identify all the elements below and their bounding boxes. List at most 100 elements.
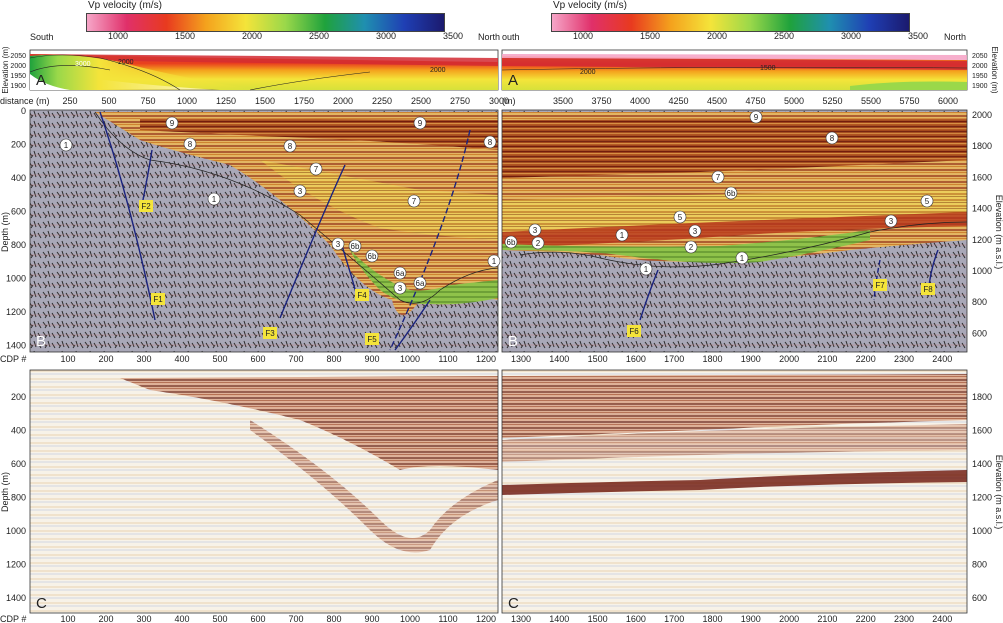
cdp-tick-label: 900 <box>364 614 379 623</box>
cdp-tick-label: 100 <box>60 614 75 623</box>
elevation-tick-label: 1200 <box>972 235 992 245</box>
panel-c-letter: C <box>508 595 519 612</box>
elevation-tick-label: 1800 <box>972 141 992 151</box>
cdp-axis-label: CDP # <box>0 354 26 364</box>
cdp-tick-label: 1700 <box>664 614 684 623</box>
panel-a-left <box>29 49 499 91</box>
elevation-tick-label: 2050 <box>972 53 988 60</box>
distance-tick-label: 2000 <box>333 96 353 106</box>
panel-a-letter: A <box>508 72 518 89</box>
elevation-tick-label: 1950 <box>972 73 988 80</box>
north-label: North <box>478 32 500 42</box>
cdp-tick-label: 1800 <box>702 354 722 364</box>
elevation-tick-label: 2000 <box>972 63 988 70</box>
depth-tick-label: 0 <box>21 106 26 116</box>
depth-tick-label: 1200 <box>6 307 26 317</box>
distance-tick-label: 1750 <box>294 96 314 106</box>
elevation-tick-label: 1600 <box>972 426 992 436</box>
cdp-tick-label: 1600 <box>626 354 646 364</box>
distance-tick-label: 3750 <box>591 96 611 106</box>
cdp-tick-label: 1900 <box>741 614 761 623</box>
unit-label-1: 1 <box>212 195 217 204</box>
velocity-contour-label: 3000 <box>75 61 91 68</box>
elevation-axis-label: Elevation (m a.s.l.) <box>994 195 1003 270</box>
cdp-tick-label: 1300 <box>511 614 531 623</box>
cdp-tick-label: 1100 <box>438 614 457 623</box>
unit-label-9: 9 <box>754 113 759 122</box>
unit-label-3: 3 <box>336 240 341 249</box>
distance-tick-label: 500 <box>101 96 116 106</box>
cdp-tick-label: 300 <box>136 354 151 364</box>
panel-b-right <box>501 109 968 353</box>
cdp-tick-label: 2400 <box>932 614 952 623</box>
unit-label-3: 3 <box>889 217 894 226</box>
elevation-tick-label: 600 <box>972 593 987 603</box>
fault-label-f7: F7 <box>875 281 885 290</box>
distance-tick-label: 6000 <box>938 96 958 106</box>
depth-tick-label: 200 <box>11 392 26 402</box>
distance-tick-label: 2750 <box>450 96 470 106</box>
distance-tick-label: 750 <box>140 96 155 106</box>
fault-label-f8: F8 <box>923 285 933 294</box>
cdp-tick-label: 200 <box>98 354 113 364</box>
cdp-tick-label: 600 <box>250 614 265 623</box>
cdp-tick-label: 1400 <box>549 354 569 364</box>
distance-tick-label: 3500 <box>553 96 573 106</box>
panel-c-right <box>501 369 968 614</box>
velocity-contour-label: 1500 <box>760 65 776 72</box>
panel-b-left <box>29 109 499 353</box>
distance-tick-label: 4000 <box>630 96 650 106</box>
cdp-tick-label: 900 <box>364 354 379 364</box>
cdp-tick-label: 2300 <box>894 354 914 364</box>
cdp-tick-label: 500 <box>212 614 227 623</box>
panel-c-letter: C <box>36 595 47 612</box>
panel-b-letter: B <box>36 333 46 350</box>
cdp-tick-label: 1000 <box>400 354 420 364</box>
distance-tick-label: 2500 <box>411 96 431 106</box>
depth-tick-label: 600 <box>11 207 26 217</box>
distance-tick-label: 5250 <box>822 96 842 106</box>
elevation-tick-label: 2000 <box>972 110 992 120</box>
cdp-tick-label: 400 <box>174 354 189 364</box>
unit-label-3: 3 <box>398 284 403 293</box>
velocity-contour-label: 2000 <box>118 59 134 66</box>
distance-tick-label: 250 <box>62 96 77 106</box>
elevation-tick-label: 1400 <box>972 459 992 469</box>
cdp-tick-label: 1900 <box>741 354 761 364</box>
distance-tick-label: 4500 <box>707 96 727 106</box>
depth-axis-label: Depth (m) <box>0 472 10 512</box>
unit-label-9: 9 <box>170 119 175 128</box>
south-label: South <box>30 32 54 42</box>
unit-label-8: 8 <box>288 142 293 151</box>
fault-label-f2: F2 <box>141 202 151 211</box>
north-label: North <box>944 32 966 42</box>
cdp-tick-label: 2000 <box>779 354 799 364</box>
depth-tick-label: 1200 <box>6 560 26 570</box>
unit-label-1: 1 <box>644 265 649 274</box>
depth-tick-label: 1400 <box>6 341 26 351</box>
cdp-tick-label: 2000 <box>779 614 799 623</box>
unit-label-6b: 6b <box>368 252 377 261</box>
elevation-tick-label: 1200 <box>972 493 992 503</box>
seismic-figure: South NorthABC2050200019501900Elevation (… <box>0 32 1003 623</box>
unit-label-7: 7 <box>412 197 417 206</box>
cdp-tick-label: 400 <box>174 614 189 623</box>
elevation-tick-label: 1000 <box>972 526 992 536</box>
unit-label-2: 2 <box>689 243 694 252</box>
elevation-axis-label: Elevation (m) <box>990 46 999 93</box>
distance-tick-label: 5000 <box>784 96 804 106</box>
elevation-tick-label: 1950 <box>10 73 26 80</box>
unit-label-8: 8 <box>188 140 193 149</box>
unit-label-6a: 6a <box>396 269 405 278</box>
elevation-tick-label: 1400 <box>972 204 992 214</box>
unit-label-3: 3 <box>533 226 538 235</box>
distance-tick-label: 2250 <box>372 96 392 106</box>
velocity-contour-label: 2000 <box>580 69 596 76</box>
panel-c-left <box>29 369 499 614</box>
distance-tick-label: 4750 <box>745 96 765 106</box>
unit-label-2: 2 <box>536 239 541 248</box>
unit-label-1: 1 <box>64 141 69 150</box>
unit-label-5: 5 <box>678 213 683 222</box>
elevation-axis-label: Elevation (m a.s.l.) <box>994 455 1003 530</box>
cdp-tick-label: 1000 <box>400 614 420 623</box>
